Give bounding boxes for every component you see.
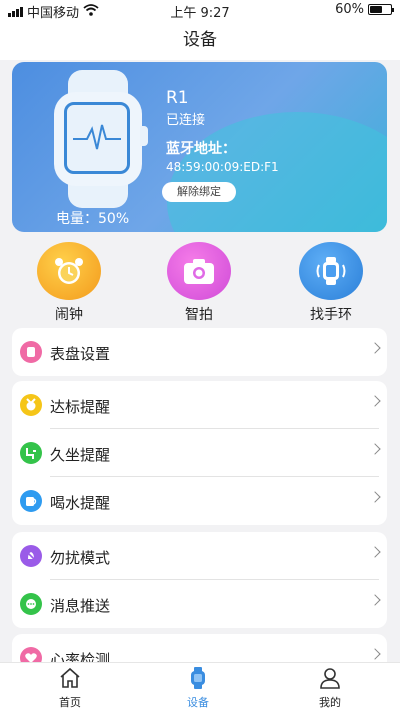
- watch-face-icon: [20, 341, 42, 363]
- tab-label: 首页: [59, 696, 81, 709]
- page-title: 设备: [0, 20, 400, 60]
- settings-group-3: 勿扰模式 消息推送: [12, 532, 387, 628]
- settings-group-1: 表盘设置: [12, 328, 387, 376]
- chevron-right-icon: [369, 443, 381, 455]
- settings-item-label: 喝水提醒: [50, 494, 111, 512]
- tab-home[interactable]: 首页: [30, 667, 110, 710]
- find-band-icon: [299, 242, 363, 300]
- settings-item-do-not-disturb[interactable]: 勿扰模式: [12, 532, 387, 580]
- settings-item-water-reminder[interactable]: 喝水提醒: [12, 477, 387, 525]
- chevron-right-icon: [369, 546, 381, 558]
- settings-item-goal-reminder[interactable]: 达标提醒: [12, 381, 387, 429]
- message-icon: [20, 593, 42, 615]
- medal-icon: [20, 394, 42, 416]
- settings-item-message-push[interactable]: 消息推送: [12, 580, 387, 628]
- bluetooth-address-value: 48:59:00:09:ED:F1: [166, 160, 279, 174]
- cup-icon: [20, 490, 42, 512]
- settings-item-label: 久坐提醒: [50, 446, 111, 464]
- battery-percent: 60%: [335, 2, 364, 17]
- sedentary-icon: [20, 442, 42, 464]
- alarm-clock-icon: [37, 242, 101, 300]
- do-not-disturb-icon: [20, 545, 42, 567]
- device-name: R1: [166, 88, 189, 108]
- bluetooth-address-label: 蓝牙地址：: [166, 141, 236, 157]
- watch-illustration-icon: [48, 70, 148, 208]
- camera-icon: [167, 242, 231, 300]
- unbind-button[interactable]: 解除绑定: [162, 182, 236, 202]
- tab-device[interactable]: 设备: [158, 667, 238, 710]
- clock: 上午 9:27: [170, 6, 230, 21]
- home-icon: [60, 667, 80, 688]
- settings-item-label: 消息推送: [50, 597, 111, 615]
- settings-item-watch-face[interactable]: 表盘设置: [12, 328, 387, 376]
- device-watch-icon: [191, 667, 205, 689]
- tab-profile[interactable]: 我的: [290, 667, 370, 710]
- smart-photo-action[interactable]: 智拍: [154, 242, 244, 324]
- profile-icon: [320, 668, 340, 689]
- quick-action-label: 找手环: [310, 307, 352, 323]
- chevron-right-icon: [369, 395, 381, 407]
- chevron-right-icon: [369, 491, 381, 503]
- device-card: 电量：50% R1 已连接 蓝牙地址： 48:59:00:09:ED:F1 解除…: [12, 62, 387, 232]
- tab-label: 设备: [187, 696, 209, 709]
- tab-bar: 首页 设备 我的: [0, 662, 400, 711]
- settings-group-2: 达标提醒 久坐提醒 喝水提醒: [12, 381, 387, 525]
- device-battery-text: 电量：50%: [56, 211, 130, 227]
- settings-item-label: 表盘设置: [50, 345, 111, 363]
- quick-action-label: 闹钟: [55, 307, 83, 323]
- settings-item-label: 勿扰模式: [50, 549, 111, 567]
- chevron-right-icon: [369, 648, 381, 660]
- tab-label: 我的: [319, 696, 341, 709]
- status-bar: 中国移动 上午 9:27 60%: [0, 0, 400, 21]
- settings-item-sedentary-reminder[interactable]: 久坐提醒: [12, 429, 387, 477]
- alarm-action[interactable]: 闹钟: [24, 242, 114, 324]
- settings-item-label: 达标提醒: [50, 398, 111, 416]
- device-connection-status: 已连接: [166, 113, 206, 128]
- quick-action-label: 智拍: [185, 307, 213, 323]
- chevron-right-icon: [369, 594, 381, 606]
- find-band-action[interactable]: 找手环: [286, 242, 376, 324]
- chevron-right-icon: [369, 342, 381, 354]
- battery-icon: [368, 4, 394, 15]
